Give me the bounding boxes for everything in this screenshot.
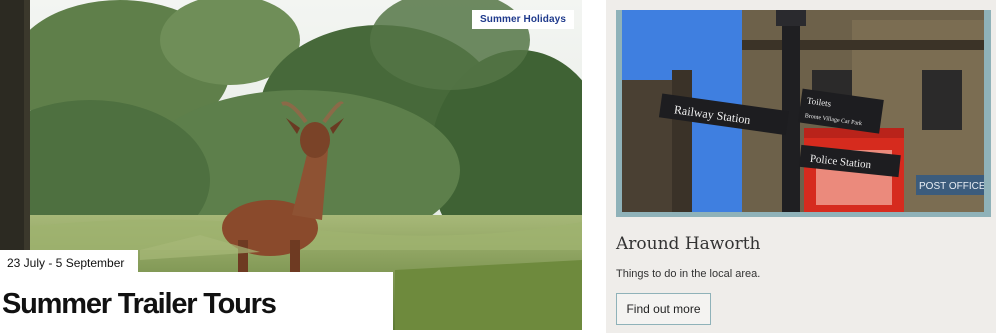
haworth-signpost-photo: POST OFFICE Railway Station Toilets Bron… <box>622 10 984 212</box>
post-office-sign: POST OFFICE <box>919 181 984 192</box>
card-description: Things to do in the local area. <box>616 268 761 280</box>
card-title[interactable]: Around Haworth <box>616 234 760 254</box>
haworth-photo-frame: POST OFFICE Railway Station Toilets Bron… <box>616 10 991 217</box>
card-around-haworth: POST OFFICE Railway Station Toilets Bron… <box>606 0 996 333</box>
category-tag: Summer Holidays <box>472 10 574 29</box>
find-out-more-button[interactable]: Find out more <box>616 293 711 325</box>
feature-title[interactable]: Summer Trailer Tours <box>0 272 393 330</box>
feature-card-summer-trailer-tours[interactable]: Summer Holidays 23 July - 5 September Su… <box>0 0 582 330</box>
